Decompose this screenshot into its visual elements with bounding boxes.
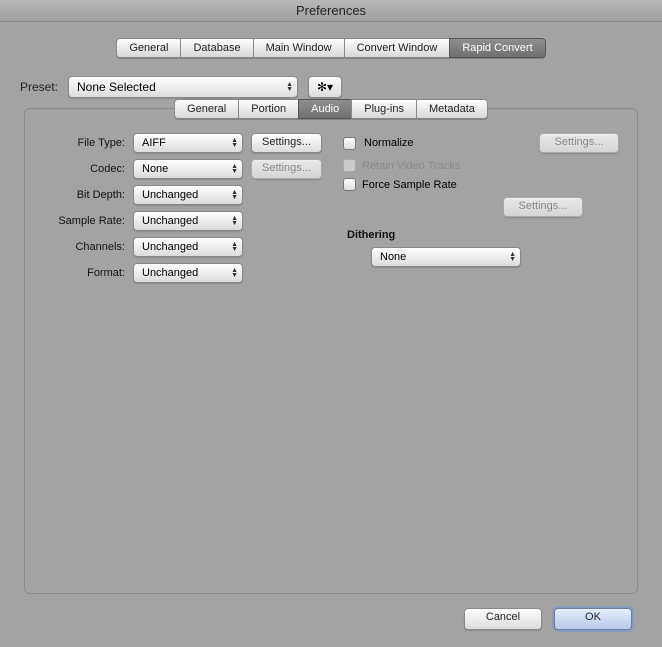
preset-label: Preset: [20,80,58,94]
updown-icon: ▲▼ [231,268,238,278]
ok-button[interactable]: OK [554,608,632,630]
row-codec: Codec: None ▲▼ Settings... [43,159,333,179]
updown-icon: ▲▼ [509,252,516,262]
select-dithering[interactable]: None ▲▼ [371,247,521,267]
value-sample-rate: Unchanged [142,215,198,227]
subtab-metadata[interactable]: Metadata [416,99,488,119]
preset-select[interactable]: None Selected ▲▼ [68,76,298,98]
gear-icon: ✻▾ [317,80,333,94]
select-codec[interactable]: None ▲▼ [133,159,243,179]
row-force-sample-rate: Force Sample Rate [343,178,619,191]
value-format: Unchanged [142,267,198,279]
preset-gear-button[interactable]: ✻▾ [308,76,342,98]
settings-force-sr-button: Settings... [503,197,583,217]
row-dithering: None ▲▼ [343,247,619,267]
value-dithering: None [380,251,406,263]
label-bit-depth: Bit Depth: [43,189,125,201]
left-column: File Type: AIFF ▲▼ Settings... Codec: No… [43,133,333,289]
select-format[interactable]: Unchanged ▲▼ [133,263,243,283]
label-sample-rate: Sample Rate: [43,215,125,227]
row-normalize: Normalize Settings... [343,133,619,153]
tab-database[interactable]: Database [180,38,252,58]
content-top: General Database Main Window Convert Win… [0,22,662,630]
row-file-type: File Type: AIFF ▲▼ Settings... [43,133,333,153]
subtab-plugins[interactable]: Plug-ins [351,99,416,119]
settings-group: General Portion Audio Plug-ins Metadata … [24,108,638,594]
label-channels: Channels: [43,241,125,253]
select-bit-depth[interactable]: Unchanged ▲▼ [133,185,243,205]
audio-panel: File Type: AIFF ▲▼ Settings... Codec: No… [25,129,637,289]
tab-main-window[interactable]: Main Window [253,38,344,58]
subtab-portion[interactable]: Portion [238,99,298,119]
updown-icon: ▲▼ [286,82,293,92]
dialog-footer: Cancel OK [12,602,650,630]
settings-normalize-button: Settings... [539,133,619,153]
top-tab-group: General Database Main Window Convert Win… [116,38,545,58]
label-format: Format: [43,267,125,279]
row-retain-video: Retain Video Tracks [343,159,619,172]
checkbox-normalize[interactable] [343,137,356,150]
label-codec: Codec: [43,163,125,175]
updown-icon: ▲▼ [231,216,238,226]
cancel-button[interactable]: Cancel [464,608,542,630]
row-sample-rate: Sample Rate: Unchanged ▲▼ [43,211,333,231]
select-channels[interactable]: Unchanged ▲▼ [133,237,243,257]
window-title: Preferences [0,0,662,22]
inner-tabbar: General Portion Audio Plug-ins Metadata [25,99,637,119]
preset-row: Preset: None Selected ▲▼ ✻▾ [20,76,642,98]
tab-rapid-convert[interactable]: Rapid Convert [449,38,545,58]
row-bit-depth: Bit Depth: Unchanged ▲▼ [43,185,333,205]
label-normalize: Normalize [364,137,414,149]
label-file-type: File Type: [43,137,125,149]
label-dithering-section: Dithering [347,229,619,241]
updown-icon: ▲▼ [231,190,238,200]
value-file-type: AIFF [142,137,166,149]
preferences-window: Preferences General Database Main Window… [0,0,662,647]
select-file-type[interactable]: AIFF ▲▼ [133,133,243,153]
updown-icon: ▲▼ [231,242,238,252]
select-sample-rate[interactable]: Unchanged ▲▼ [133,211,243,231]
right-column: Normalize Settings... Retain Video Track… [343,133,619,289]
label-retain-video: Retain Video Tracks [362,160,460,172]
value-bit-depth: Unchanged [142,189,198,201]
row-force-sr-settings: Settings... [343,197,583,217]
row-format: Format: Unchanged ▲▼ [43,263,333,283]
tab-general[interactable]: General [116,38,180,58]
label-force-sample-rate: Force Sample Rate [362,179,457,191]
settings-codec-button: Settings... [251,159,322,179]
checkbox-retain-video [343,159,356,172]
updown-icon: ▲▼ [231,138,238,148]
settings-file-type-button[interactable]: Settings... [251,133,322,153]
subtab-general[interactable]: General [174,99,238,119]
inner-tab-group: General Portion Audio Plug-ins Metadata [174,99,488,119]
row-channels: Channels: Unchanged ▲▼ [43,237,333,257]
tab-convert-window[interactable]: Convert Window [344,38,450,58]
preset-value: None Selected [77,80,156,94]
checkbox-force-sample-rate[interactable] [343,178,356,191]
value-codec: None [142,163,168,175]
updown-icon: ▲▼ [231,164,238,174]
top-tabbar: General Database Main Window Convert Win… [12,38,650,58]
subtab-audio[interactable]: Audio [298,99,351,119]
value-channels: Unchanged [142,241,198,253]
